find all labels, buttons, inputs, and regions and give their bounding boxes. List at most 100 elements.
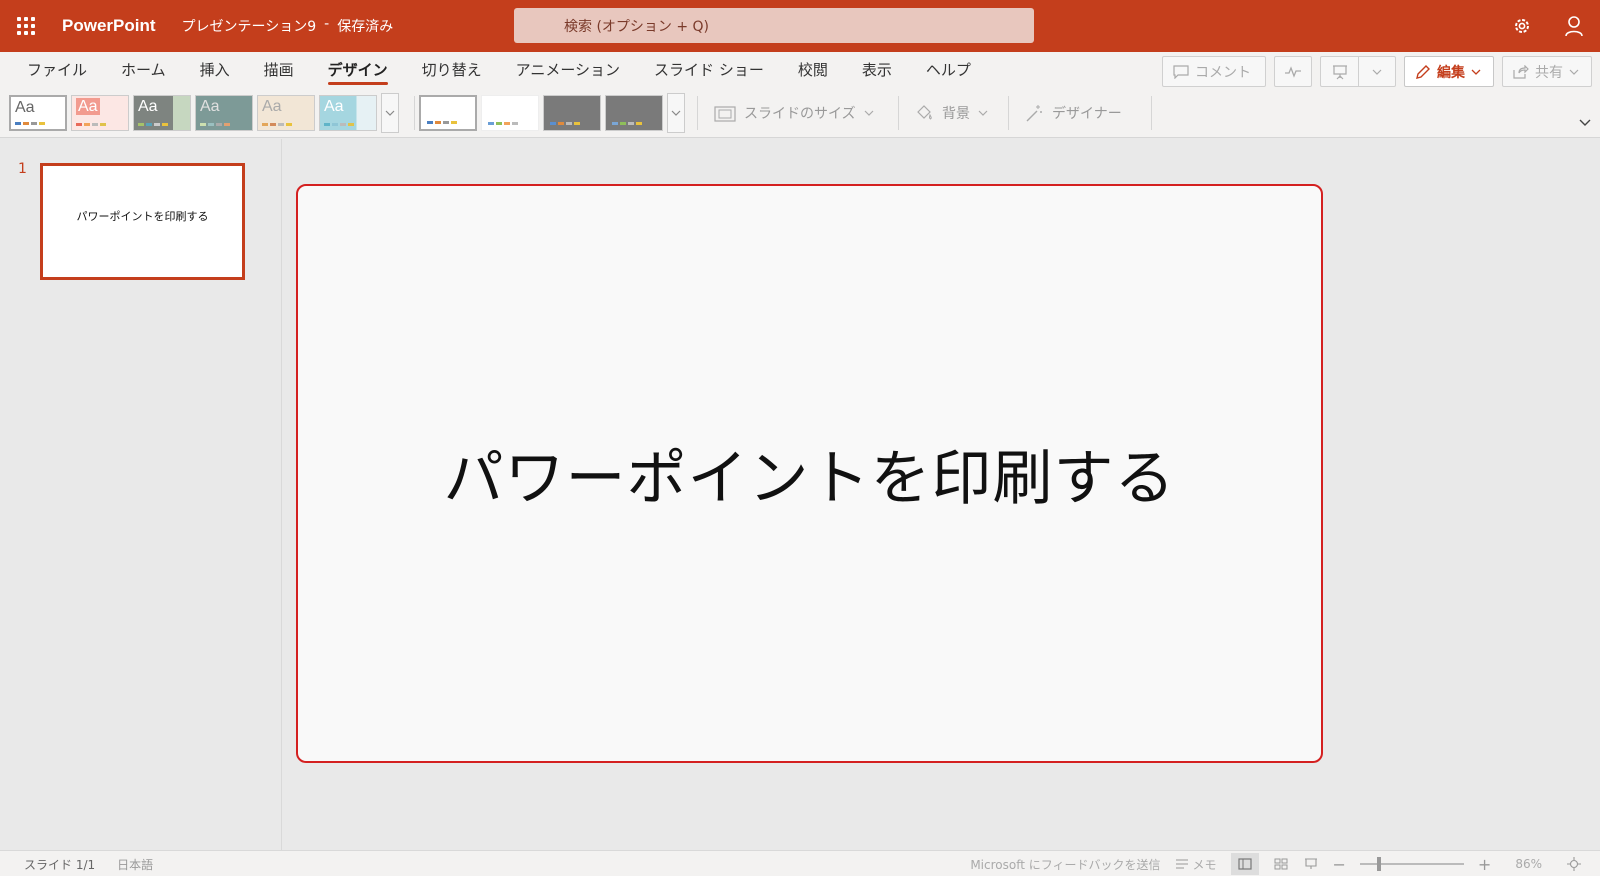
theme-option-4[interactable]: Aa bbox=[195, 95, 253, 131]
account-button[interactable] bbox=[1548, 0, 1600, 52]
zoom-level[interactable]: 86% bbox=[1515, 857, 1542, 871]
title-separator: - bbox=[324, 16, 330, 32]
language-indicator[interactable]: 日本語 bbox=[117, 856, 153, 873]
comment-label: コメント bbox=[1195, 64, 1251, 81]
theme-option-6[interactable]: Aa bbox=[319, 95, 377, 131]
app-launcher-button[interactable] bbox=[0, 0, 52, 52]
tab-help[interactable]: ヘルプ bbox=[909, 52, 988, 88]
theme-gallery: Aa Aa Aa Aa Aa Aa bbox=[9, 93, 399, 133]
reading-view-button[interactable] bbox=[1303, 857, 1319, 871]
zoom-out-button[interactable]: − bbox=[1333, 855, 1346, 874]
chevron-down-icon bbox=[864, 110, 874, 116]
fit-window-icon bbox=[1567, 857, 1581, 871]
pencil-icon bbox=[1416, 64, 1430, 79]
slide-size-button[interactable]: スライドのサイズ bbox=[714, 98, 874, 128]
slide-thumbnail-text: パワーポイントを印刷する bbox=[76, 209, 209, 223]
theme-label: Aa bbox=[324, 98, 344, 115]
chevron-down-icon[interactable] bbox=[1359, 69, 1395, 75]
comment-icon bbox=[1173, 64, 1189, 79]
ribbon-expand-icon[interactable] bbox=[1578, 116, 1592, 130]
variant-option-1[interactable] bbox=[419, 95, 477, 131]
comment-button[interactable]: コメント bbox=[1162, 56, 1266, 87]
share-button[interactable]: 共有 bbox=[1502, 56, 1592, 87]
edit-label: 編集 bbox=[1437, 64, 1465, 81]
activity-icon bbox=[1285, 65, 1301, 78]
document-title[interactable]: プレゼンテーション9 - 保存済み bbox=[182, 16, 394, 36]
slide-editor: パワーポイントを印刷する bbox=[283, 139, 1600, 850]
chevron-down-icon bbox=[671, 110, 681, 116]
tab-design[interactable]: デザイン bbox=[311, 52, 405, 88]
tab-home[interactable]: ホーム bbox=[104, 52, 183, 88]
designer-label: デザイナー bbox=[1052, 106, 1122, 122]
theme-option-2[interactable]: Aa bbox=[71, 95, 129, 131]
magic-wand-icon bbox=[1026, 105, 1042, 122]
present-icon bbox=[1304, 858, 1317, 869]
gear-icon bbox=[1515, 19, 1529, 33]
search-icon bbox=[534, 17, 547, 30]
theme-label: Aa bbox=[138, 98, 158, 115]
tab-draw[interactable]: 描画 bbox=[247, 52, 311, 88]
ribbon-tab-bar: ファイル ホーム 挿入 描画 デザイン 切り替え アニメーション スライド ショ… bbox=[0, 52, 1600, 88]
notes-label: メモ bbox=[1192, 857, 1217, 872]
slide-title[interactable]: パワーポイントを印刷する bbox=[444, 430, 1176, 517]
variant-option-4[interactable] bbox=[605, 95, 663, 131]
slide-canvas[interactable]: パワーポイントを印刷する bbox=[296, 184, 1323, 763]
background-button[interactable]: 背景 bbox=[914, 98, 988, 128]
tab-transitions[interactable]: 切り替え bbox=[405, 52, 499, 88]
designer-button[interactable]: デザイナー bbox=[1024, 98, 1122, 128]
theme-label: Aa bbox=[15, 99, 35, 116]
ribbon-design-panel: Aa Aa Aa Aa Aa Aa スライドのサイズ 背景 デザイナー bbox=[0, 88, 1600, 138]
theme-option-3[interactable]: Aa bbox=[133, 95, 191, 131]
theme-option-5[interactable]: Aa bbox=[257, 95, 315, 131]
variant-option-3[interactable] bbox=[543, 95, 601, 131]
save-status: 保存済み bbox=[337, 19, 394, 35]
theme-option-office[interactable]: Aa bbox=[9, 95, 67, 131]
zoom-slider[interactable] bbox=[1359, 857, 1464, 871]
theme-gallery-more-button[interactable] bbox=[381, 93, 399, 133]
tab-file[interactable]: ファイル bbox=[10, 52, 104, 88]
tab-view[interactable]: 表示 bbox=[845, 52, 909, 88]
slide-size-icon bbox=[714, 106, 736, 122]
present-button[interactable] bbox=[1320, 56, 1396, 87]
slide-number: 1 bbox=[18, 161, 27, 177]
tab-insert[interactable]: 挿入 bbox=[183, 52, 247, 88]
feedback-link[interactable]: Microsoft にフィードバックを送信 bbox=[970, 856, 1160, 873]
waffle-icon bbox=[17, 17, 35, 35]
variant-gallery bbox=[419, 93, 685, 133]
status-bar: スライド 1/1 日本語 Microsoft にフィードバックを送信 メモ − … bbox=[0, 850, 1600, 876]
slide-sorter-button[interactable] bbox=[1273, 857, 1289, 871]
fit-to-window-button[interactable] bbox=[1566, 857, 1582, 871]
share-label: 共有 bbox=[1535, 64, 1563, 81]
slide-thumbnail-panel: 1 パワーポイントを印刷する bbox=[0, 139, 282, 850]
slide-thumbnail[interactable]: パワーポイントを印刷する bbox=[40, 163, 245, 280]
theme-label: Aa bbox=[200, 98, 220, 115]
chevron-down-icon bbox=[385, 110, 395, 116]
theme-label: Aa bbox=[262, 98, 282, 115]
grid-view-icon bbox=[1274, 858, 1288, 870]
normal-view-button[interactable] bbox=[1230, 853, 1259, 875]
background-label: 背景 bbox=[942, 106, 970, 122]
notes-icon bbox=[1175, 859, 1188, 869]
person-icon bbox=[1565, 16, 1583, 37]
present-icon bbox=[1332, 64, 1347, 79]
tab-review[interactable]: 校閲 bbox=[781, 52, 845, 88]
tab-slideshow[interactable]: スライド ショー bbox=[637, 52, 781, 88]
slide-size-label: スライドのサイズ bbox=[744, 106, 856, 122]
zoom-in-button[interactable]: + bbox=[1478, 855, 1491, 874]
search-placeholder: 検索 (オプション + Q) bbox=[564, 18, 710, 35]
catch-up-button[interactable] bbox=[1274, 56, 1312, 87]
normal-view-icon bbox=[1237, 858, 1252, 870]
share-icon bbox=[1513, 64, 1529, 79]
tab-animations[interactable]: アニメーション bbox=[499, 52, 637, 88]
app-name[interactable]: PowerPoint bbox=[62, 16, 156, 36]
document-name: プレゼンテーション9 bbox=[181, 19, 317, 35]
variant-option-2[interactable] bbox=[481, 95, 539, 131]
variant-gallery-more-button[interactable] bbox=[667, 93, 685, 133]
search-box[interactable]: 検索 (オプション + Q) bbox=[514, 8, 1034, 43]
notes-button[interactable]: メモ bbox=[1175, 856, 1217, 873]
slide-count: スライド 1/1 bbox=[24, 858, 96, 872]
zoom-slider-handle[interactable] bbox=[1376, 857, 1381, 871]
settings-button[interactable] bbox=[1496, 0, 1548, 52]
title-bar: PowerPoint プレゼンテーション9 - 保存済み 検索 (オプション +… bbox=[0, 0, 1600, 52]
edit-mode-button[interactable]: 編集 bbox=[1404, 56, 1494, 87]
